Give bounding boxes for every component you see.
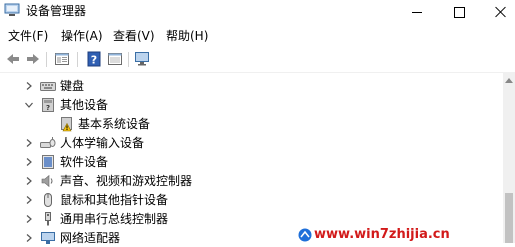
chevron-right-icon[interactable] <box>24 176 34 186</box>
mouse-icon <box>44 193 52 207</box>
other-devices-icon: ? <box>42 98 54 112</box>
title-bar: 设备管理器 <box>0 0 515 24</box>
toolbar-separator <box>46 52 47 67</box>
speaker-icon <box>41 174 53 188</box>
toolbar-separator <box>77 52 78 67</box>
toolbar-separator <box>128 52 129 67</box>
minimize-icon <box>412 11 422 13</box>
menu-view[interactable]: 查看(V) <box>113 27 155 45</box>
tree-item-software-devices[interactable]: 软件设备 <box>24 153 108 171</box>
forward-icon[interactable] <box>25 51 41 67</box>
chevron-right-icon[interactable] <box>24 138 34 148</box>
tree-item-label: 鼠标和其他指针设备 <box>60 193 169 207</box>
chevron-down-icon[interactable] <box>24 100 34 110</box>
close-icon <box>495 6 507 18</box>
network-icon <box>41 232 55 244</box>
tree-item-label: 键盘 <box>60 79 85 93</box>
tree-item-mice[interactable]: 鼠标和其他指针设备 <box>24 191 168 209</box>
menu-action[interactable]: 操作(A) <box>61 27 103 45</box>
software-device-icon <box>42 155 54 169</box>
tree-item-label: 网络适配器 <box>60 231 121 245</box>
close-button[interactable] <box>478 0 515 24</box>
tree-item-label: 软件设备 <box>60 155 109 169</box>
help-icon[interactable]: ? <box>86 51 102 67</box>
toolbar: ? <box>0 48 515 70</box>
minimize-button[interactable] <box>394 0 440 24</box>
chevron-right-icon[interactable] <box>24 195 34 205</box>
tree-item-keyboard[interactable]: 键盘 <box>24 77 84 95</box>
tree-item-network-adapters[interactable]: 网络适配器 <box>24 229 120 247</box>
chevron-right-icon[interactable] <box>24 214 34 224</box>
monitor-icon[interactable] <box>134 51 150 67</box>
keyboard-icon <box>40 82 56 91</box>
tree-item-label: 其他设备 <box>60 98 109 112</box>
tree-item-sound-video-game[interactable]: 声音、视频和游戏控制器 <box>24 172 192 190</box>
warning-device-icon <box>61 117 72 132</box>
menu-bar: 文件(F) 操作(A) 查看(V) 帮助(H) <box>0 27 515 45</box>
tree-item-hid[interactable]: 人体学输入设备 <box>24 134 144 152</box>
properties-icon[interactable] <box>54 51 70 67</box>
tree-item-label: 人体学输入设备 <box>60 136 145 150</box>
scroll-up-icon[interactable] <box>505 77 513 83</box>
hid-icon <box>40 137 56 148</box>
device-manager-icon <box>4 3 20 16</box>
window-title: 设备管理器 <box>26 4 87 18</box>
chevron-right-icon[interactable] <box>24 157 34 167</box>
svg-text:?: ? <box>46 104 50 112</box>
watermark-text: www.win7zhijia.cn <box>314 227 450 242</box>
scroll-thumb[interactable] <box>505 193 513 243</box>
tree-item-base-system-device[interactable]: 基本系统设备 <box>58 115 150 133</box>
toolbar-divider <box>0 72 515 73</box>
svg-text:?: ? <box>91 54 97 67</box>
tree-item-label: 声音、视频和游戏控制器 <box>60 174 193 188</box>
tree-item-other-devices[interactable]: ? 其他设备 <box>24 96 108 114</box>
watermark-logo <box>298 228 312 242</box>
menu-file[interactable]: 文件(F) <box>8 27 48 45</box>
vertical-scrollbar[interactable] <box>503 73 515 243</box>
menu-help[interactable]: 帮助(H) <box>166 27 208 45</box>
maximize-icon <box>453 6 465 18</box>
back-icon[interactable] <box>5 51 21 67</box>
panel-icon[interactable] <box>107 51 123 67</box>
tree-item-label: 基本系统设备 <box>78 117 151 131</box>
chevron-right-icon[interactable] <box>24 233 34 243</box>
tree-item-usb-controllers[interactable]: 通用串行总线控制器 <box>24 210 168 228</box>
chevron-right-icon[interactable] <box>24 81 34 91</box>
tree-item-label: 通用串行总线控制器 <box>60 212 169 226</box>
maximize-button[interactable] <box>436 0 482 24</box>
usb-icon <box>45 212 51 226</box>
